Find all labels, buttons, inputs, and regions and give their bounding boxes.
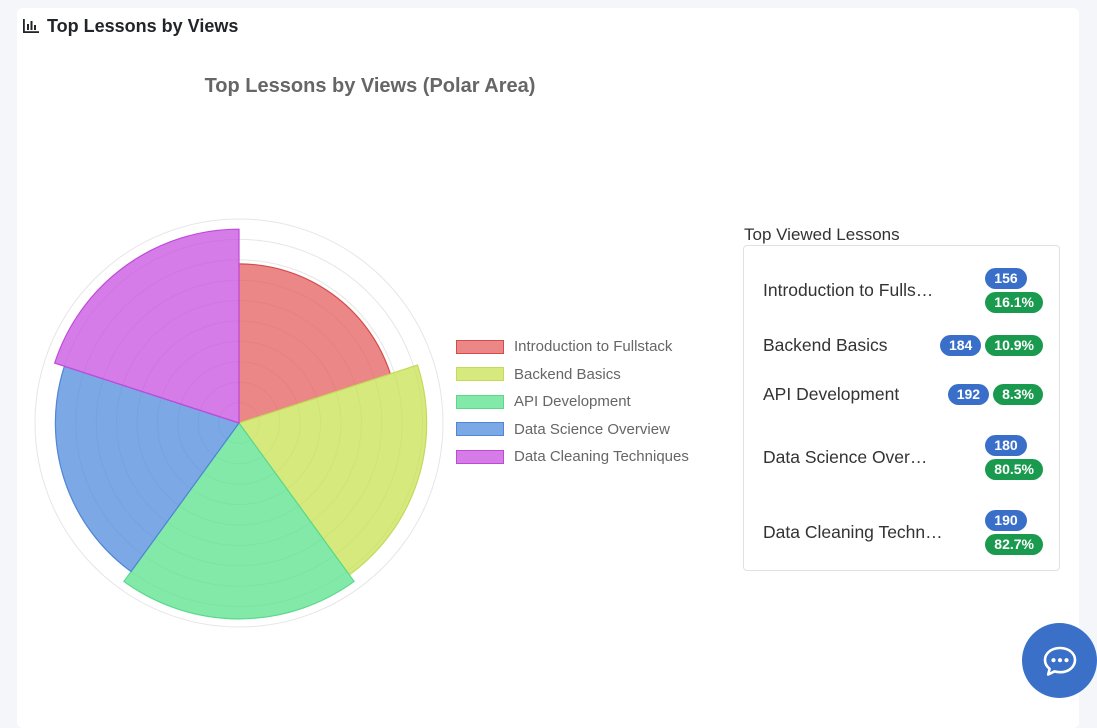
lesson-row[interactable]: Introduction to Fullstack 156 16.1% [763,268,1043,313]
views-badge: 190 [985,510,1027,531]
legend-swatch [456,367,504,382]
legend-item[interactable]: API Development [456,388,689,416]
percent-badge: 16.1% [985,292,1043,313]
legend-item[interactable]: Data Science Overview [456,416,689,444]
views-badge: 180 [985,435,1027,456]
lesson-row[interactable]: Data Science Overview 180 80.5% [763,435,1043,480]
lesson-name: Introduction to Fullstack [763,280,935,300]
chat-bubble-icon [1043,646,1076,676]
percent-badge: 10.9% [985,335,1043,356]
lesson-name: Data Cleaning Techniques [763,522,943,542]
top-lessons-panel: Introduction to Fullstack 156 16.1% Backend… [743,245,1060,571]
legend-label: Introduction to Fullstack [514,338,673,356]
lesson-badges: 180 80.5% [985,435,1043,480]
views-badge: 156 [985,268,1027,289]
lesson-row[interactable]: Data Cleaning Techniques 190 82.7% [763,510,1043,555]
lesson-badges: 184 10.9% [939,335,1043,356]
legend-swatch [456,449,504,464]
legend-swatch [456,339,504,354]
legend-label: Backend Basics [514,365,621,383]
legend-label: Data Science Overview [514,420,670,438]
chat-button[interactable] [1022,623,1097,698]
legend-item[interactable]: Introduction to Fullstack [456,333,689,361]
percent-badge: 82.7% [985,534,1043,555]
lesson-row[interactable]: API Development 192 8.3% [763,384,1043,405]
legend-item[interactable]: Backend Basics [456,361,689,389]
lesson-badges: 190 82.7% [985,510,1043,555]
panel-title: Top Viewed Lessons [744,225,900,244]
percent-badge: 8.3% [993,384,1043,405]
views-badge: 192 [947,384,990,405]
legend-item[interactable]: Data Cleaning Techniques [456,443,689,471]
lesson-badges: 192 8.3% [947,384,1043,405]
legend-label: API Development [514,393,631,411]
lesson-name: Data Science Overview [763,447,935,467]
lesson-name: API Development [763,384,900,404]
percent-badge: 80.5% [985,459,1043,480]
chart-legend: Introduction to Fullstack Backend Basics A… [456,333,689,471]
lesson-name: Backend Basics [763,335,888,355]
views-badge: 184 [939,335,982,356]
lesson-badges: 156 16.1% [985,268,1043,313]
legend-swatch [456,394,504,409]
legend-label: Data Cleaning Techniques [514,448,689,466]
lesson-row[interactable]: Backend Basics 184 10.9% [763,335,1043,356]
legend-swatch [456,422,504,437]
